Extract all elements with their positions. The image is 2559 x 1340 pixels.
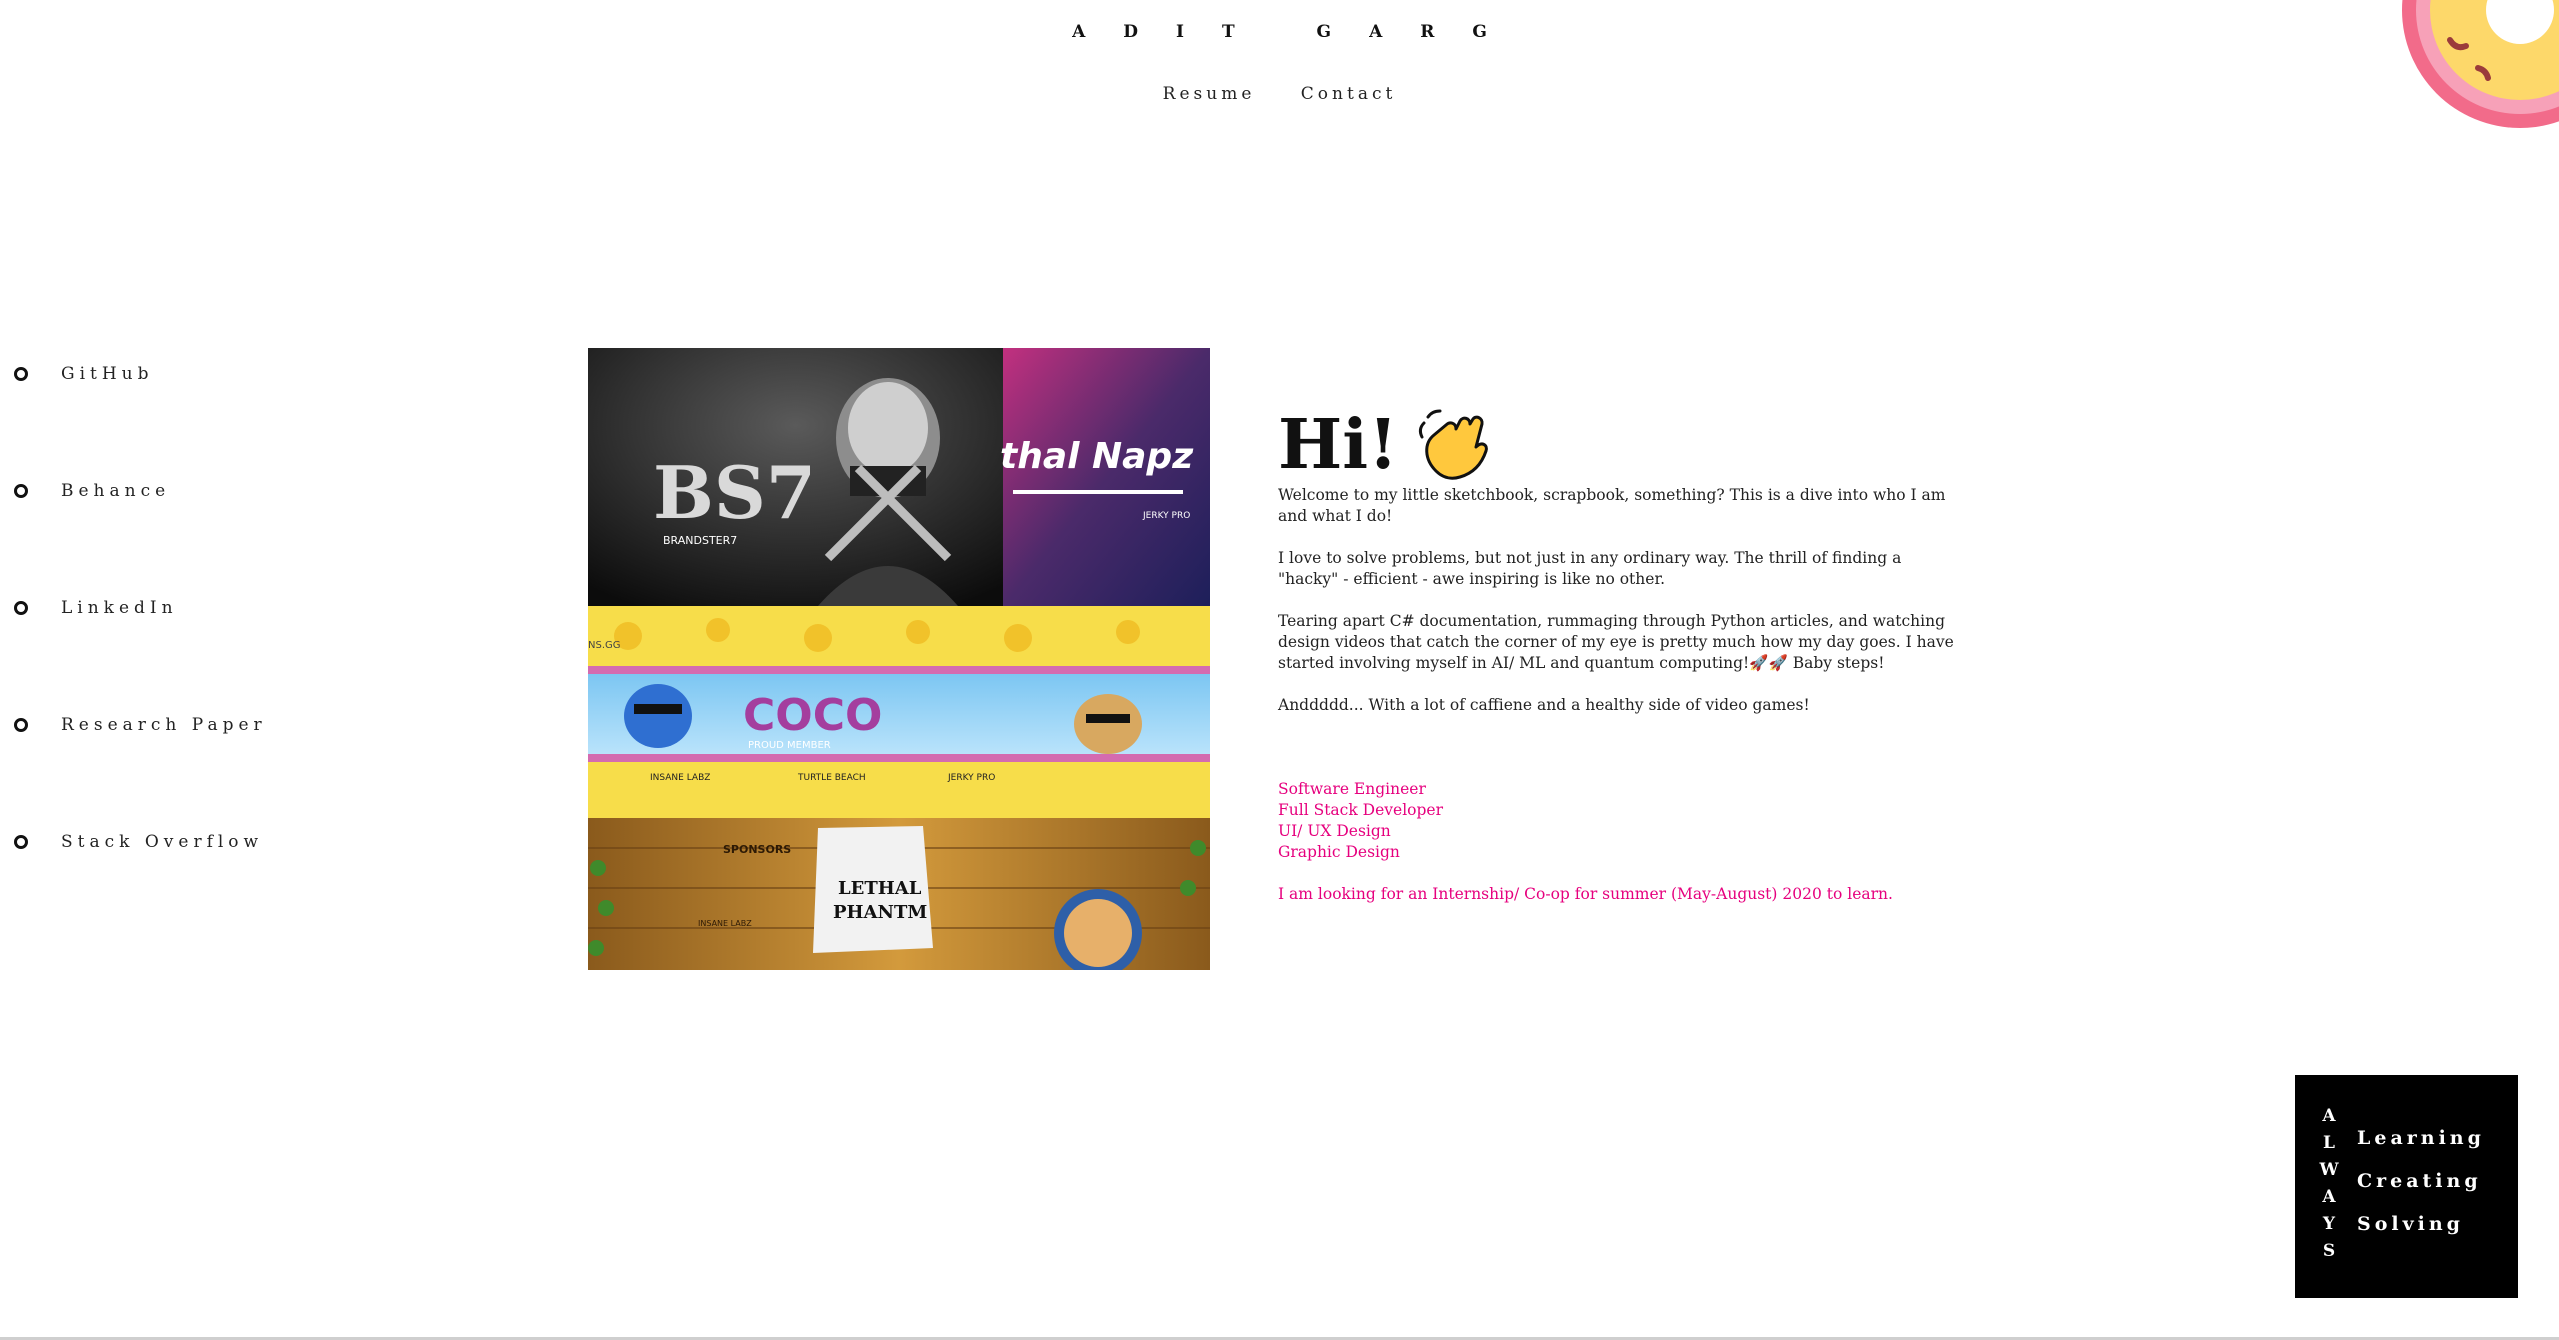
always-item-learning: Learning (2357, 1127, 2485, 1149)
intro-paragraph-welcome: Welcome to my little sketchbook, scrapbo… (1278, 486, 1946, 525)
bullet-ring-icon (14, 718, 28, 732)
sidebar-item-stack-overflow[interactable]: Stack Overflow (14, 828, 267, 856)
cookie-monster-figure (624, 684, 692, 748)
donut-icon (2402, 0, 2559, 128)
top-nav: Resume Contact (0, 84, 2559, 104)
bullet-ring-icon (14, 367, 28, 381)
proud-member-label: PROUD MEMBER (748, 740, 831, 751)
internship-notice: I am looking for an Internship/ Co-op fo… (1278, 885, 1893, 903)
roles-list: Software Engineer Full Stack Developer U… (1278, 779, 1958, 863)
phantm-title: PHANTM (833, 902, 927, 923)
site-brand[interactable]: ADIT GARG (0, 22, 2559, 42)
always-letter: A (2322, 1106, 2336, 1126)
always-letter: L (2323, 1133, 2335, 1153)
sidebar-item-label: LinkedIn (61, 598, 178, 618)
role-item: Full Stack Developer (1278, 801, 1443, 819)
always-letter: Y (2322, 1214, 2336, 1234)
role-item: UI/ UX Design (1278, 822, 1391, 840)
always-box: A L W A Y S Learning Creating Solving (2295, 1075, 2518, 1298)
intro-paragraph-learning: Tearing apart C# documentation, rummagin… (1278, 612, 1954, 672)
nav-contact-link[interactable]: Contact (1301, 84, 1397, 104)
design-collage: BS7 BRANDSTER7 thal Napz JERKY PRO NS.GG… (588, 348, 1210, 970)
intro-paragraph-problems: I love to solve problems, but not just i… (1278, 549, 1902, 588)
doge-figure (1074, 694, 1142, 754)
sidebar-item-linkedin[interactable]: LinkedIn (14, 594, 267, 622)
sidebar-item-research-paper[interactable]: Research Paper (14, 711, 267, 739)
bullet-ring-icon (14, 835, 28, 849)
sidebar-item-label: GitHub (61, 364, 154, 384)
nav-resume-link[interactable]: Resume (1163, 84, 1256, 104)
always-vertical-text: A L W A Y S (2317, 1103, 2341, 1265)
waving-hand-icon (1418, 409, 1488, 480)
always-item-creating: Creating (2357, 1170, 2482, 1192)
always-letter: A (2322, 1187, 2336, 1207)
ns-gg-tag: NS.GG (588, 640, 621, 651)
always-list: Learning Creating Solving (2357, 1117, 2485, 1246)
sponsor-insane-labz: INSANE LABZ (650, 773, 710, 783)
social-sidebar: GitHub Behance LinkedIn Research Paper S… (14, 360, 267, 945)
lethal-title: LETHAL (838, 878, 922, 899)
sponsor-turtle-beach: TURTLE BEACH (797, 773, 866, 783)
sponsors-heading: SPONSORS (723, 843, 791, 856)
coco-logo-text: COCO (743, 690, 882, 741)
role-item: Graphic Design (1278, 843, 1400, 861)
bs7-logo-text: BS7 (653, 450, 816, 535)
sidebar-item-label: Stack Overflow (61, 832, 264, 852)
sponsor-jerky-pro: JERKY PRO (947, 773, 995, 783)
intro-paragraph-caffeine: Anddddd... With a lot of caffiene and a … (1278, 696, 1810, 714)
bullet-ring-icon (14, 484, 28, 498)
bullet-ring-icon (14, 601, 28, 615)
always-item-solving: Solving (2357, 1213, 2464, 1235)
sidebar-item-label: Research Paper (61, 715, 267, 735)
sidebar-item-github[interactable]: GitHub (14, 360, 267, 388)
greeting-heading: Hi! (1278, 405, 1958, 485)
always-letter: S (2322, 1241, 2336, 1261)
brandster7-label: BRANDSTER7 (663, 534, 737, 547)
lethal-napz-title: thal Napz (1000, 436, 1194, 477)
role-item: Software Engineer (1278, 780, 1426, 798)
jerky-pro-label: JERKY PRO (1142, 511, 1190, 521)
always-letter: W (2319, 1160, 2339, 1180)
sponsor-sub-label: INSANE LABZ (698, 919, 752, 928)
sidebar-item-label: Behance (61, 481, 171, 501)
sidebar-item-behance[interactable]: Behance (14, 477, 267, 505)
intro-section: Hi! Welcome to my little sketchbook, scr… (1278, 405, 1958, 905)
greeting-text: Hi! (1278, 405, 1398, 485)
